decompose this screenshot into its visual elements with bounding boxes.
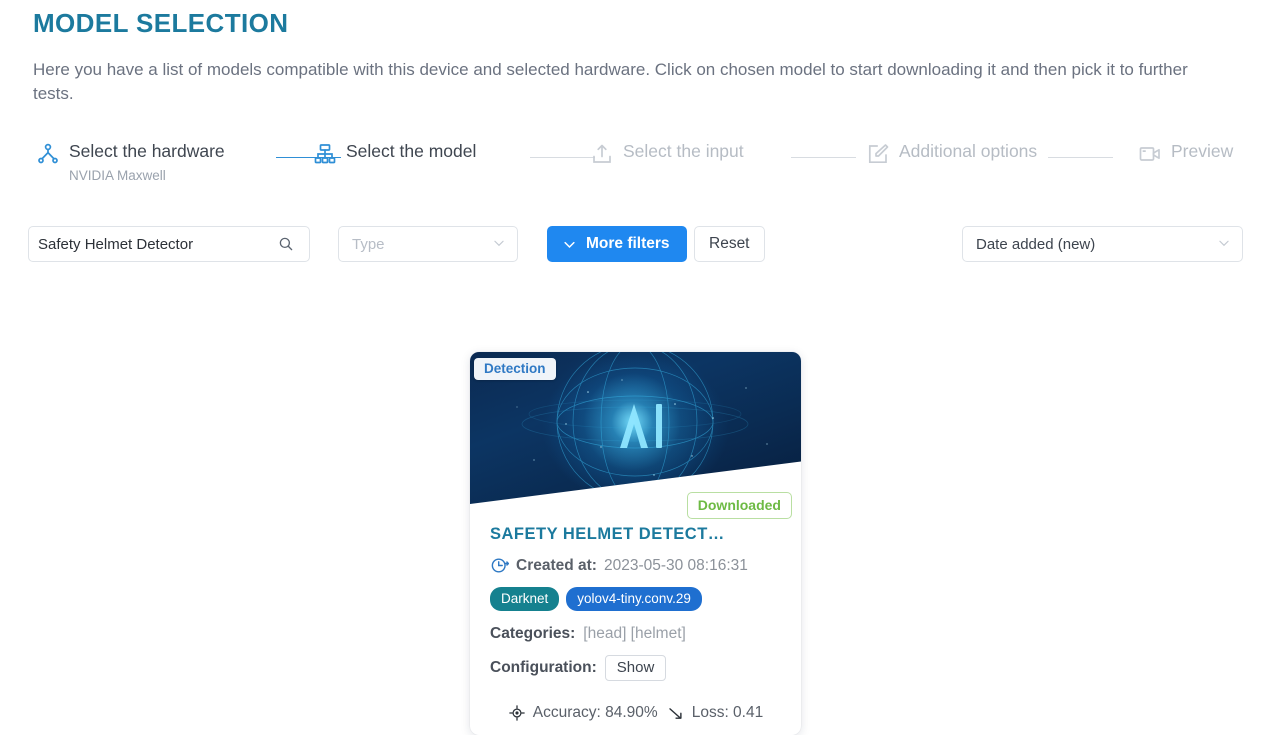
model-type-badge: Detection (474, 358, 556, 380)
stepper-connector-2 (530, 157, 595, 158)
model-card-body: SAFETY HELMET DETECT… Created at: 2023-0… (470, 504, 801, 681)
stepper-step-additional-options[interactable]: Additional options (866, 140, 1037, 166)
stepper-step-preview[interactable]: Preview (1138, 140, 1233, 166)
sort-select[interactable]: Date added (new) (962, 226, 1243, 262)
model-selection-page: MODEL SELECTION Here you have a list of … (0, 0, 1286, 735)
created-at-label: Created at: (516, 556, 597, 574)
page-title: MODEL SELECTION (33, 8, 289, 38)
search-input[interactable] (29, 228, 269, 260)
accuracy-stat: Accuracy: 84.90% (508, 704, 658, 722)
search-icon[interactable] (269, 227, 303, 261)
wizard-stepper: Select the hardware NVIDIA Maxwell Selec… (33, 140, 1258, 200)
stepper-step-label: Additional options (899, 141, 1038, 161)
clock-history-icon (490, 556, 510, 575)
stepper-step-label: Select the hardware (69, 141, 225, 161)
weights-tag: yolov4-tiny.conv.29 (566, 587, 702, 611)
target-icon (508, 704, 526, 722)
stepper-step-label: Preview (1171, 141, 1234, 161)
framework-tag: Darknet (490, 587, 560, 611)
created-at-row: Created at: 2023-05-30 08:16:31 (490, 556, 781, 575)
stepper-connector-4 (1048, 157, 1113, 158)
download-status-badge: Downloaded (686, 492, 792, 519)
page-description: Here you have a list of models compatibl… (33, 60, 1188, 103)
chevron-down-icon (562, 237, 577, 252)
chevron-down-icon (1217, 236, 1231, 252)
loss-stat: Loss: 0.41 (667, 704, 764, 722)
model-card-metrics: Accuracy: 84.90% Loss: 0.41 (470, 704, 801, 722)
show-configuration-button[interactable]: Show (604, 655, 667, 681)
categories-value: [head] [helmet] (583, 625, 686, 642)
more-filters-button[interactable]: More filters (547, 226, 687, 262)
video-camera-icon (1138, 142, 1162, 166)
filter-toolbar: Type More filters Reset Date added (new) (0, 226, 1286, 266)
configuration-label: Configuration: (490, 659, 597, 676)
categories-label: Categories: (490, 625, 576, 642)
search-box[interactable] (28, 226, 310, 262)
created-at-value: 2023-05-30 08:16:31 (603, 556, 748, 574)
sitemap-icon (313, 142, 337, 166)
loss-label: Loss: 0.41 (691, 704, 764, 721)
accuracy-label: Accuracy: 84.90% (532, 704, 658, 721)
model-card-title: SAFETY HELMET DETECT… (490, 525, 725, 543)
hierarchy-icon (36, 142, 60, 166)
chevron-down-icon (492, 236, 506, 252)
stepper-step-select-model[interactable]: Select the model (313, 140, 476, 166)
upload-icon (590, 142, 614, 166)
stepper-step-sublabel: NVIDIA Maxwell (69, 168, 166, 183)
stepper-step-label: Select the model (346, 141, 477, 161)
stepper-step-select-input[interactable]: Select the input (590, 140, 744, 166)
model-card-media: Detection (470, 352, 801, 504)
type-select-value: Type (352, 235, 385, 253)
stepper-step-select-hardware[interactable]: Select the hardware NVIDIA Maxwell (36, 140, 225, 183)
model-card[interactable]: Detection Downloaded SAFETY HELMET DETEC… (470, 352, 801, 735)
stepper-step-label: Select the input (623, 141, 744, 161)
more-filters-label: More filters (586, 235, 670, 252)
categories-row: Categories: [head] [helmet] (490, 625, 781, 643)
model-tag-list: Darknet yolov4-tiny.conv.29 (490, 587, 781, 611)
sort-select-value: Date added (new) (976, 235, 1096, 253)
edit-square-icon (866, 142, 890, 166)
stepper-connector-3 (791, 157, 856, 158)
trend-down-icon (667, 704, 685, 722)
configuration-row: Configuration: Show (490, 655, 781, 681)
reset-button[interactable]: Reset (694, 226, 765, 262)
type-select[interactable]: Type (338, 226, 518, 262)
